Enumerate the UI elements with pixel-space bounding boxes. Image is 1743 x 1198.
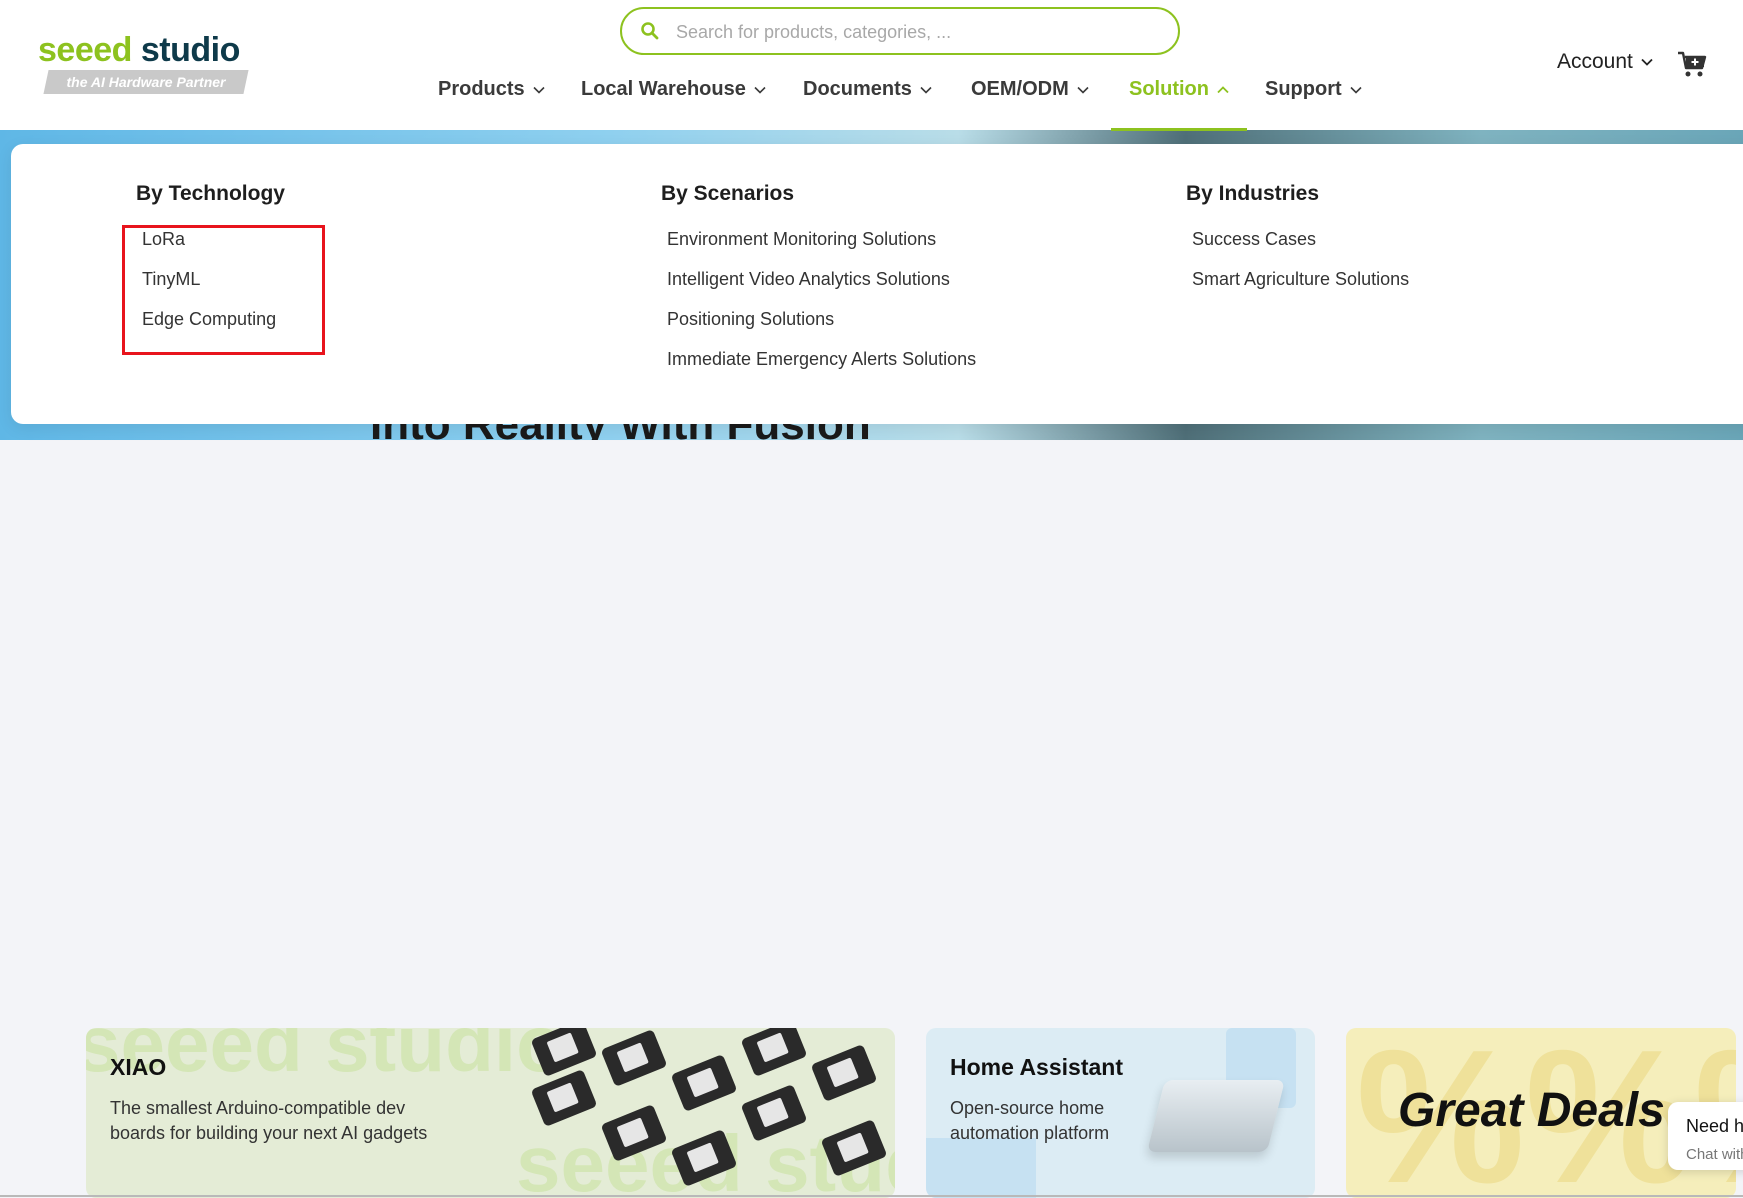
chevron-down-icon — [1350, 86, 1362, 94]
nav-item-solution[interactable]: Solution — [1111, 78, 1247, 131]
column-title: By Industries — [1186, 182, 1320, 205]
menu-link-intelligent-video-analytics[interactable]: Intelligent Video Analytics Solutions — [667, 269, 950, 290]
xiao-board-image — [810, 1043, 878, 1103]
chevron-down-icon — [920, 86, 932, 94]
chevron-down-icon — [533, 86, 545, 94]
menu-link-emergency-alerts[interactable]: Immediate Emergency Alerts Solutions — [667, 349, 976, 370]
xiao-board-image — [530, 1068, 598, 1128]
great-deals-title: Great Deals — [1398, 1084, 1665, 1137]
nav-item-local-warehouse[interactable]: Local Warehouse — [581, 78, 766, 130]
account-label: Account — [1557, 50, 1633, 73]
active-tab-underline — [1111, 128, 1247, 131]
home-assistant-device-image — [1147, 1080, 1285, 1152]
nav-label: Documents — [803, 78, 912, 100]
card-description-line: Open-source home — [950, 1098, 1105, 1118]
chat-subtitle: Chat with us — [1686, 1146, 1743, 1163]
home-assistant-logo-shape — [926, 1138, 1036, 1198]
divider — [0, 1195, 1743, 1197]
card-title: XIAO — [110, 1054, 167, 1080]
cart-icon[interactable] — [1676, 48, 1708, 80]
xiao-board-image — [530, 1028, 598, 1078]
menu-link-tinyml[interactable]: TinyML — [142, 269, 200, 290]
nav-label: Solution — [1129, 78, 1209, 100]
xiao-board-image — [820, 1118, 888, 1178]
logo-wordmark: seeed studio — [38, 31, 240, 69]
nav-item-products[interactable]: Products — [438, 78, 545, 130]
nav-item-oem-odm[interactable]: OEM/ODM — [971, 78, 1089, 130]
chat-title: Need help? — [1686, 1116, 1743, 1136]
search-bar — [620, 7, 1180, 55]
nav-label: OEM/ODM — [971, 78, 1069, 100]
chat-widget[interactable]: Need help? Chat with us — [1668, 1102, 1743, 1170]
nav-label: Local Warehouse — [581, 78, 746, 100]
menu-link-positioning[interactable]: Positioning Solutions — [667, 309, 834, 330]
nav-label: Support — [1265, 78, 1342, 100]
chevron-down-icon — [1641, 58, 1653, 66]
card-description-line: automation platform — [950, 1123, 1110, 1143]
chevron-down-icon — [754, 86, 766, 94]
column-title: By Technology — [136, 182, 285, 205]
site-header: seeed studio the AI Hardware Partner Pro… — [0, 0, 1743, 131]
account-menu[interactable]: Account — [1557, 50, 1653, 74]
search-icon[interactable] — [640, 21, 660, 41]
xiao-board-image — [600, 1028, 668, 1088]
nav-item-support[interactable]: Support — [1265, 78, 1362, 130]
menu-link-environment-monitoring[interactable]: Environment Monitoring Solutions — [667, 229, 936, 250]
card-description: Open-source home automation platform — [950, 1096, 1109, 1146]
card-description-line: boards for building your next AI gadgets — [110, 1123, 428, 1143]
menu-link-edge-computing[interactable]: Edge Computing — [142, 309, 276, 330]
solution-mega-menu: By Technology LoRa TinyML Edge Computing… — [11, 144, 1743, 424]
column-title: By Scenarios — [661, 182, 795, 205]
xiao-board-image — [600, 1103, 668, 1163]
nav-item-documents[interactable]: Documents — [803, 78, 932, 130]
xiao-board-image — [740, 1028, 808, 1078]
xiao-card[interactable]: seeed studio seeed studio XIAO The small… — [86, 1028, 895, 1198]
card-description: The smallest Arduino-compatible dev boar… — [110, 1096, 427, 1146]
xiao-board-image — [670, 1128, 738, 1188]
menu-link-lora[interactable]: LoRa — [142, 229, 185, 250]
main-nav: Products Local Warehouse Documents OEM/O… — [0, 78, 1743, 131]
chevron-up-icon — [1217, 86, 1229, 94]
search-input[interactable] — [674, 17, 1158, 47]
home-assistant-card[interactable]: Home Assistant Open-source home automati… — [926, 1028, 1315, 1198]
chevron-down-icon — [1077, 86, 1089, 94]
card-title: Home Assistant — [950, 1054, 1123, 1080]
menu-link-smart-agriculture[interactable]: Smart Agriculture Solutions — [1192, 269, 1409, 290]
xiao-board-image — [740, 1083, 808, 1143]
nav-label: Products — [438, 78, 525, 100]
xiao-board-image — [670, 1053, 738, 1113]
menu-link-success-cases[interactable]: Success Cases — [1192, 229, 1316, 250]
card-description-line: The smallest Arduino-compatible dev — [110, 1098, 406, 1118]
